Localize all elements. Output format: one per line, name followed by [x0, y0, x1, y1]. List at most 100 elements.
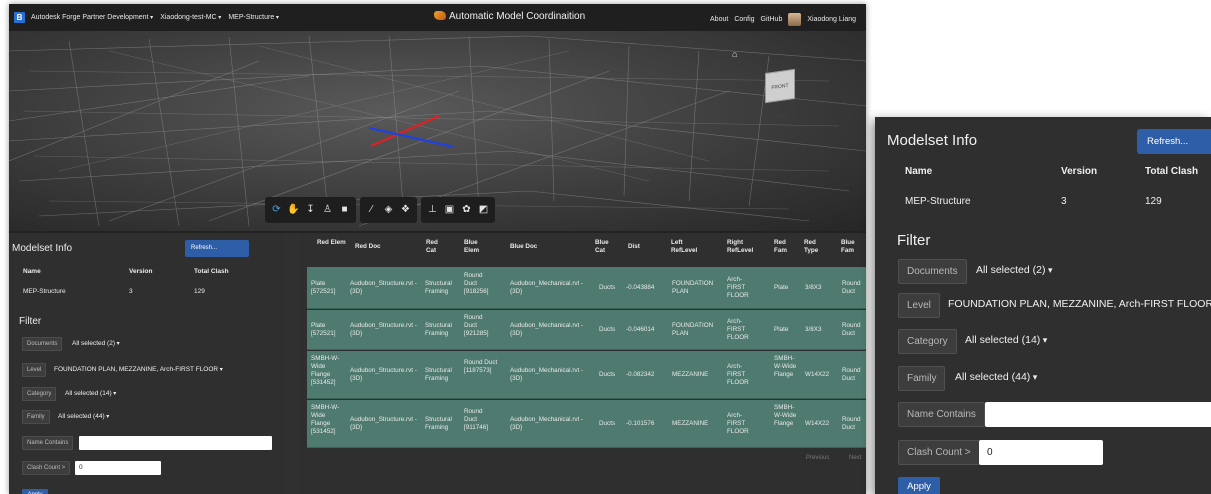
modelset-title: Modelset Info — [887, 132, 978, 149]
category-label: Category — [22, 387, 57, 401]
model-browser-icon[interactable]: ⊥ — [424, 199, 441, 221]
pager-previous[interactable]: Previous — [806, 455, 829, 461]
cell-right-reflevel: Arch-FIRST FLOOR — [727, 412, 749, 435]
github-link[interactable]: GitHub — [761, 16, 783, 23]
camera-icon[interactable]: ■ — [336, 199, 353, 221]
modelset-total-clash: 129 — [1145, 196, 1162, 207]
category-dropdown[interactable]: All selected (14) — [965, 334, 1047, 346]
level-dropdown[interactable]: FOUNDATION PLAN, MEZZANINE, Arch-FIRST F… — [948, 298, 1211, 310]
cell-red-elem: Plate [572521] — [311, 322, 336, 337]
modeling-tools: ⁄ ◈ ❖ — [360, 197, 417, 223]
modelset-name[interactable]: MEP-Structure — [905, 196, 971, 207]
cell-blue-elem: Round Duct [911746] — [464, 408, 489, 431]
cell-blue-elem: Round Duct [918256] — [464, 272, 489, 295]
config-link[interactable]: Config — [734, 16, 754, 23]
name-header: Name — [23, 268, 41, 275]
filter-title: Filter — [19, 316, 42, 327]
forge-viewer[interactable]: ⌂ FRONT RIGHT ⟳ ✋ ↧ ♙ ■ ⁄ ◈ ❖ ⊥ ▣ ✿ ◩ — [9, 31, 866, 231]
name-contains-input[interactable] — [79, 436, 272, 450]
cell-dist: -0.043884 — [626, 284, 655, 291]
col-right-reflevel[interactable]: Right RefLevel — [727, 239, 757, 255]
col-red-fam[interactable]: Red Fam — [774, 239, 788, 255]
cell-dist: -0.082342 — [626, 371, 655, 378]
cell-red-cat: Structural Framing — [425, 322, 452, 337]
refresh-button[interactable]: Refresh... — [1137, 129, 1211, 154]
col-red-elem[interactable]: Red Elem — [317, 239, 347, 247]
viewcube[interactable]: FRONT RIGHT — [765, 68, 795, 121]
documents-dropdown[interactable]: All selected (2) — [976, 264, 1052, 276]
cell-red-type: 3/8X3 — [805, 284, 822, 291]
cell-blue-cat: Ducts — [599, 284, 616, 291]
level-label: Level — [22, 363, 47, 377]
family-dropdown[interactable]: All selected (44) — [58, 413, 109, 420]
properties-icon[interactable]: ▣ — [441, 199, 458, 221]
fullscreen-icon[interactable]: ◩ — [475, 199, 492, 221]
walk-icon[interactable]: ♙ — [319, 199, 336, 221]
cell-red-doc: Audubon_Structure.rvt - {3D} — [350, 416, 417, 431]
navigation-tools: ⟳ ✋ ↧ ♙ ■ — [265, 197, 356, 223]
cell-red-type: W14X22 — [805, 371, 830, 378]
col-left-reflevel[interactable]: Left RefLevel — [671, 239, 703, 255]
user-name[interactable]: Xiaodong Liang — [807, 16, 856, 23]
name-contains-label: Name Contains — [22, 436, 74, 450]
app-title: Automatic Model Coordinaition — [434, 11, 585, 22]
home-icon[interactable]: ⌂ — [732, 50, 741, 59]
pan-icon[interactable]: ✋ — [285, 199, 302, 221]
clash-count-input[interactable]: 0 — [75, 461, 161, 475]
cell-blue-fam: Round Duct — [842, 322, 861, 337]
clash-table: Red Elem Red Doc Red Cat Blue Elem Blue … — [299, 233, 866, 494]
zoom-icon[interactable]: ↧ — [302, 199, 319, 221]
clash-count-input[interactable]: 0 — [979, 440, 1103, 465]
col-blue-elem[interactable]: Blue Elem — [464, 239, 486, 255]
measure-icon[interactable]: ⁄ — [363, 199, 380, 221]
about-link[interactable]: About — [710, 16, 728, 23]
col-blue-cat[interactable]: Blue Cat — [595, 239, 613, 255]
modelset-panel: Modelset Info Refresh... Name Version To… — [9, 233, 285, 494]
settings-icon[interactable]: ✿ — [458, 199, 475, 221]
table-row[interactable]: SMBH-W-Wide Flange [531452] Audubon_Stru… — [307, 351, 866, 399]
table-row[interactable]: SMBH-W-Wide Flange [531452] Audubon_Stru… — [307, 400, 866, 448]
family-label: Family — [898, 366, 946, 391]
cell-left-reflevel: FOUNDATION PLAN — [672, 322, 714, 337]
main-window: B Autodesk Forge Partner Development Xia… — [9, 4, 866, 494]
apply-button[interactable]: Apply — [22, 489, 48, 494]
project-dropdown[interactable]: Xiaodong-test-MC — [160, 14, 221, 21]
orbit-icon[interactable]: ⟳ — [268, 199, 285, 221]
col-dist[interactable]: Dist — [628, 243, 640, 251]
cell-blue-cat: Ducts — [599, 420, 616, 427]
table-row[interactable]: Plate [572521] Audubon_Structure.rvt - {… — [307, 310, 866, 350]
cell-red-elem: SMBH-W-Wide Flange [531452] — [311, 404, 340, 435]
brand-logo[interactable]: B — [14, 12, 25, 23]
version-header: Version — [129, 268, 153, 275]
level-dropdown[interactable]: FOUNDATION PLAN, MEZZANINE, Arch-FIRST F… — [54, 366, 223, 373]
col-blue-doc[interactable]: Blue Doc — [510, 243, 537, 251]
apply-button[interactable]: Apply — [898, 477, 940, 494]
documents-dropdown[interactable]: All selected (2) — [72, 340, 120, 347]
explode-icon[interactable]: ❖ — [397, 199, 414, 221]
zoomed-modelset-panel: Modelset Info Refresh... Name Version To… — [875, 117, 1211, 494]
modelset-name[interactable]: MEP-Structure — [23, 288, 66, 295]
cell-red-cat: Structural Framing — [425, 280, 452, 295]
hub-dropdown[interactable]: Autodesk Forge Partner Development — [31, 14, 153, 21]
section-icon[interactable]: ◈ — [380, 199, 397, 221]
name-contains-input[interactable] — [985, 402, 1211, 427]
pager-next[interactable]: Next — [849, 455, 861, 461]
container-dropdown[interactable]: MEP-Structure — [228, 14, 279, 21]
modelset-version: 3 — [129, 288, 133, 295]
clash-count-label: Clash Count > — [898, 440, 980, 465]
category-dropdown[interactable]: All selected (14) — [65, 390, 116, 397]
cell-red-fam: SMBH-W-Wide Flange — [774, 404, 797, 427]
family-dropdown[interactable]: All selected (44) — [955, 371, 1037, 383]
cell-red-fam: SMBH-W-Wide Flange — [774, 355, 797, 378]
table-row[interactable]: Plate [572521] Audubon_Structure.rvt - {… — [307, 267, 866, 309]
refresh-button[interactable]: Refresh... — [185, 240, 249, 257]
col-red-doc[interactable]: Red Doc — [355, 243, 381, 251]
app-logo-icon — [434, 11, 446, 20]
avatar[interactable] — [788, 13, 802, 26]
col-blue-fam[interactable]: Blue Fam — [841, 239, 859, 255]
modelset-title: Modelset Info — [12, 243, 73, 254]
cell-left-reflevel: FOUNDATION PLAN — [672, 280, 714, 295]
name-contains-label: Name Contains — [898, 402, 985, 427]
col-red-type[interactable]: Red Type — [804, 239, 822, 255]
col-red-cat[interactable]: Red Cat — [426, 239, 446, 255]
